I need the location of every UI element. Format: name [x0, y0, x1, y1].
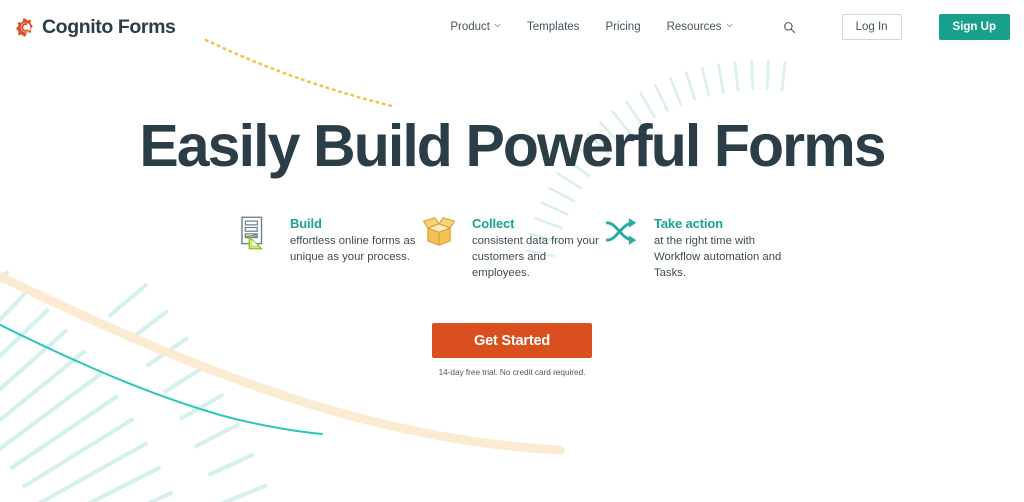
get-started-button[interactable]: Get Started — [432, 323, 592, 359]
nav-item-pricing[interactable]: Pricing — [605, 21, 640, 33]
feature-body-collect: Collect consistent data from your custom… — [472, 215, 603, 281]
signup-button[interactable]: Sign Up — [938, 14, 1010, 40]
feature-list: Build effortless online forms as unique … — [0, 215, 1024, 281]
feature-text-take-action: at the right time with Workflow automati… — [654, 235, 782, 280]
feature-body-take-action: Take action at the right time with Workf… — [654, 215, 785, 281]
brand-logo-link[interactable]: Cognito Forms — [16, 15, 176, 39]
nav-item-templates[interactable]: Templates — [527, 21, 579, 33]
nav-item-product-label: Product — [450, 21, 491, 33]
cta-note: 14-day free trial. No credit card requir… — [438, 367, 586, 378]
chevron-down-icon — [726, 23, 733, 30]
nav-item-pricing-label: Pricing — [605, 21, 641, 33]
hero-section: Easily Build Powerful Forms Build effort… — [0, 54, 1024, 377]
feature-text-build: effortless online forms as unique as you… — [290, 235, 416, 264]
crossing-arrows-icon — [603, 215, 643, 255]
feature-title-build: Build — [290, 216, 322, 232]
feature-item-take-action: Take action at the right time with Workf… — [603, 215, 785, 281]
cta-container: Get Started 14-day free trial. No credit… — [0, 323, 1024, 377]
nav-item-resources-label: Resources — [666, 21, 722, 33]
search-icon[interactable] — [781, 19, 798, 36]
gear-icon — [16, 17, 35, 37]
nav-item-product[interactable]: Product — [450, 21, 501, 33]
form-document-icon — [239, 215, 279, 255]
feature-item-collect: Collect consistent data from your custom… — [421, 215, 603, 281]
brand-name: Cognito Forms — [42, 15, 176, 38]
feature-body-build: Build effortless online forms as unique … — [290, 215, 421, 265]
feature-text-collect: consistent data from your customers and … — [472, 235, 599, 280]
nav-item-templates-label: Templates — [527, 21, 580, 33]
page-title: Easily Build Powerful Forms — [139, 113, 886, 179]
main-navigation: Product Templates Pricing Resources Log … — [450, 14, 1010, 40]
feature-title-collect: Collect — [472, 216, 515, 232]
nav-item-resources[interactable]: Resources — [667, 21, 733, 33]
open-box-icon — [421, 215, 461, 255]
site-header: Cognito Forms Product Templates Pricing … — [0, 0, 1024, 54]
feature-item-build: Build effortless online forms as unique … — [239, 215, 421, 281]
feature-title-take-action: Take action — [654, 216, 723, 232]
login-button[interactable]: Log In — [841, 14, 902, 40]
chevron-down-icon — [494, 23, 501, 30]
